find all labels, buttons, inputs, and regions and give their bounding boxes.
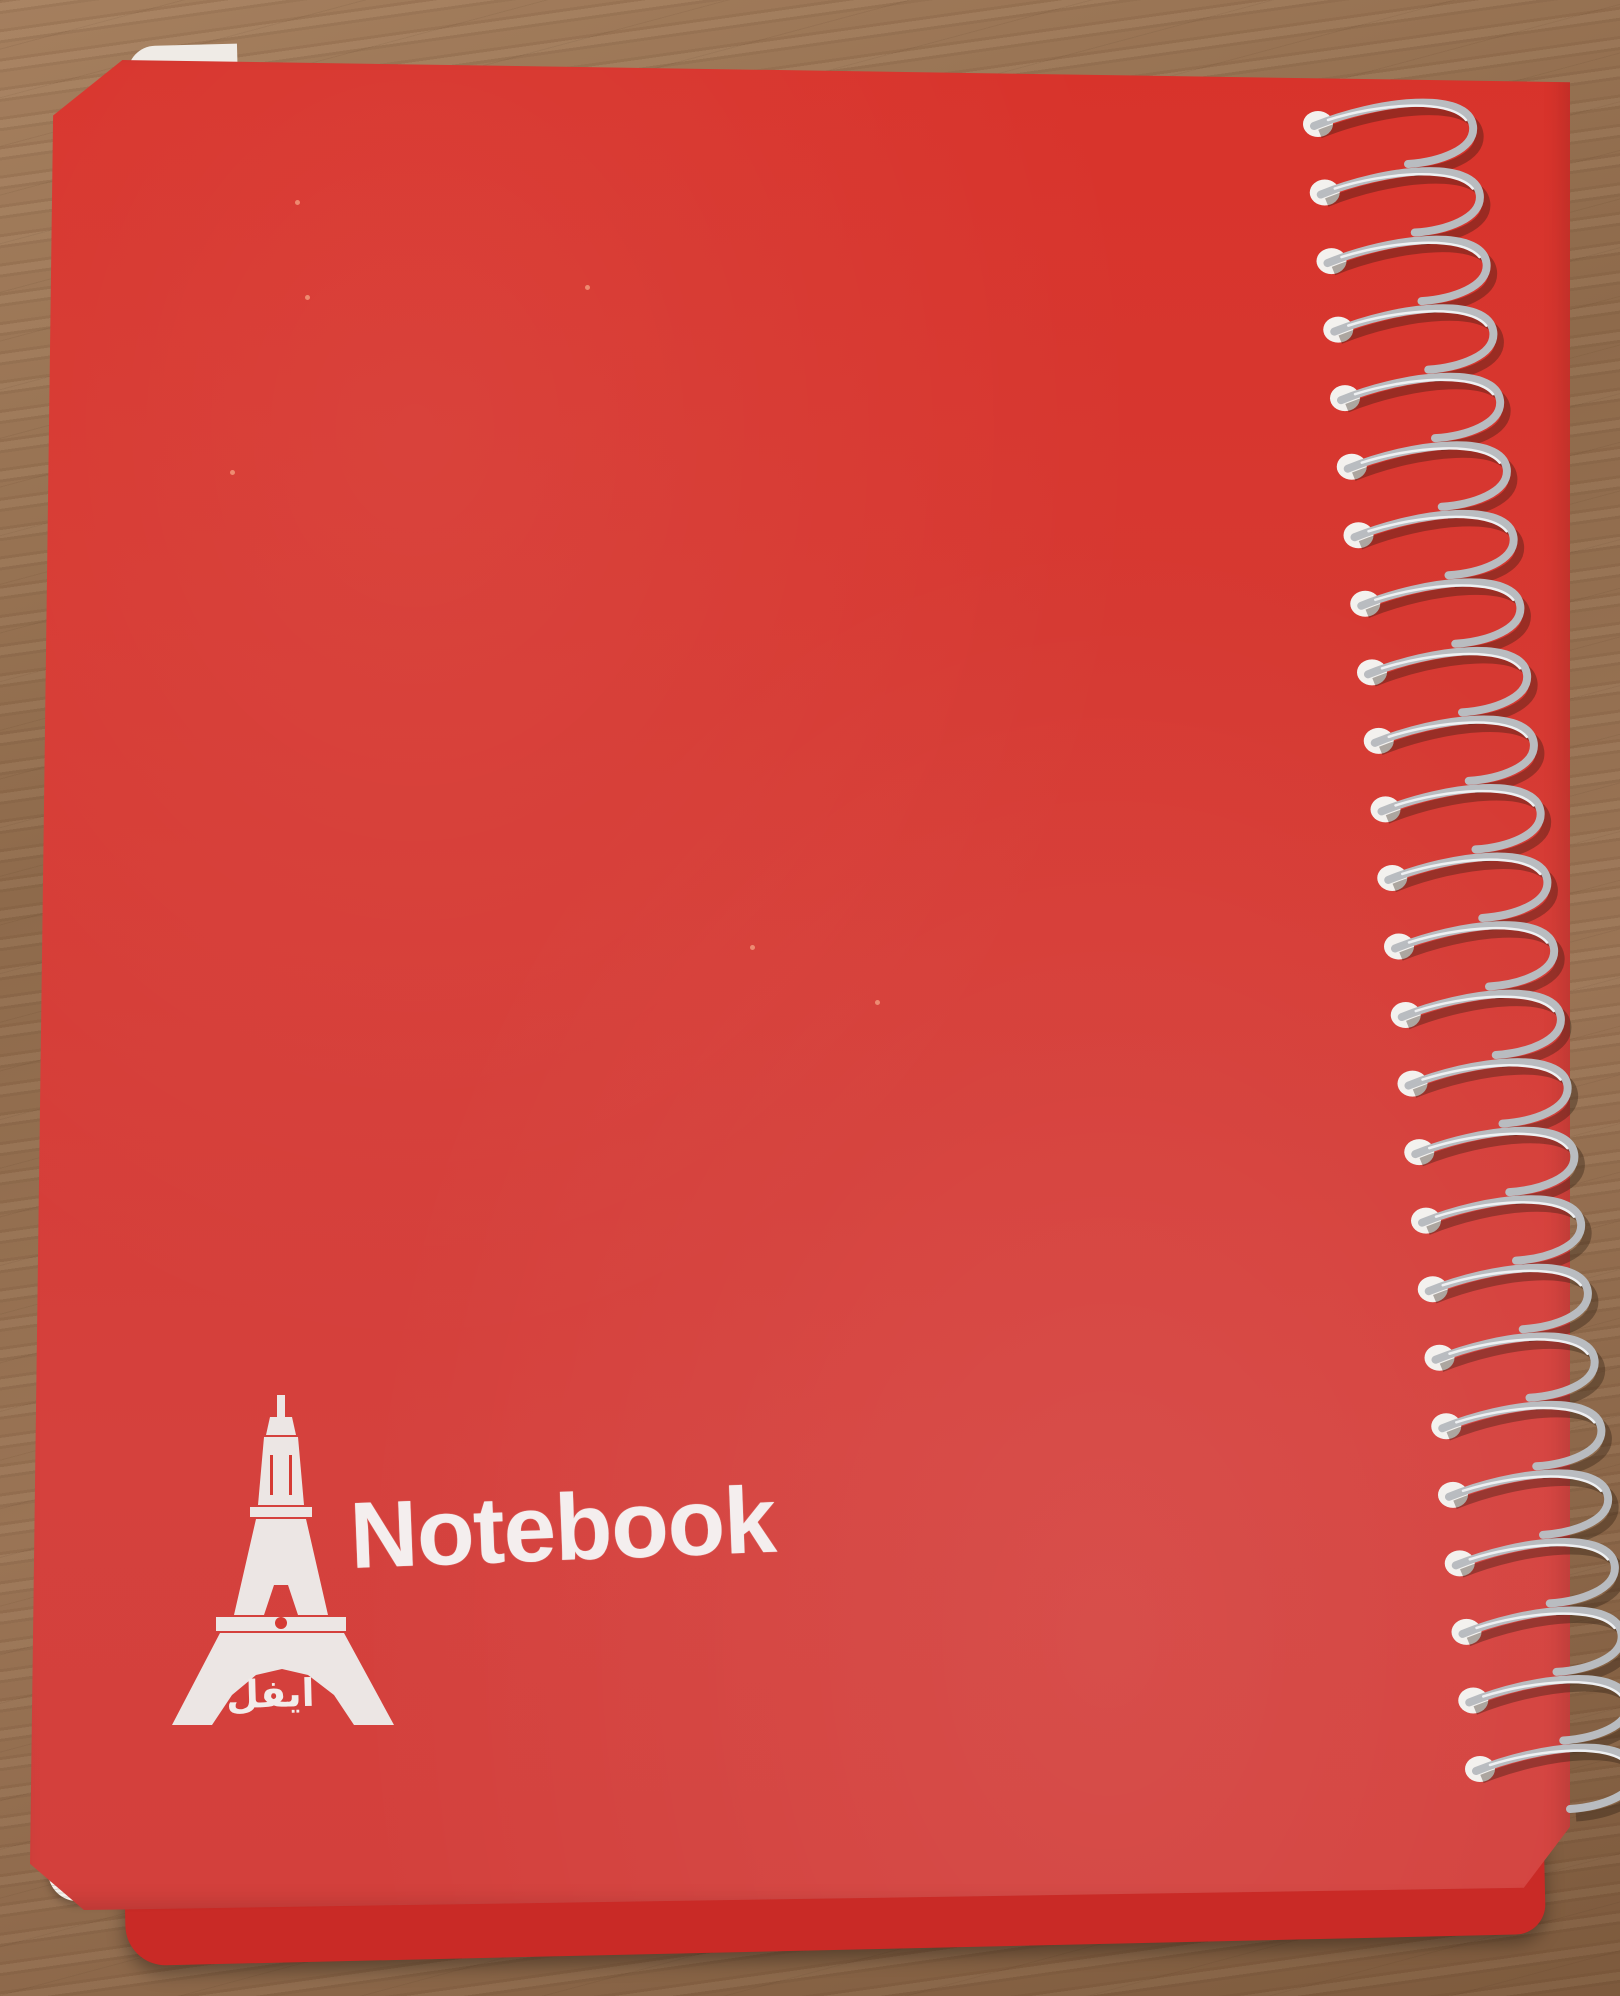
spiral-ring (1451, 1606, 1620, 1685)
spiral-ring (1357, 647, 1538, 725)
spiral-ring (1384, 921, 1565, 999)
spiral-ring (1465, 1743, 1620, 1822)
spiral-ring (1390, 989, 1572, 1068)
spiral-ring (1397, 1058, 1579, 1137)
spiral-ring (1424, 1332, 1606, 1411)
spiral-ring (1303, 98, 1484, 177)
spiral-ring (1417, 1263, 1599, 1342)
spiral-ring (1370, 784, 1552, 862)
spiral-ring (1343, 509, 1525, 588)
spiral-ring (1350, 578, 1531, 657)
spiral-ring (1316, 235, 1498, 314)
photo-scene: ایفل Notebook (0, 0, 1620, 1996)
spiral-ring (1363, 715, 1545, 794)
spiral-ring (1330, 372, 1511, 451)
spiral-ring (1404, 1126, 1585, 1205)
spiral-ring (1438, 1469, 1619, 1548)
cover-title: Notebook (347, 1466, 778, 1588)
spiral-ring (1336, 441, 1518, 520)
spiral-ring (1431, 1400, 1612, 1479)
spiral-ring (1323, 304, 1504, 383)
spiral-ring (1444, 1538, 1620, 1616)
brand-arabic-name: ایفل (225, 1670, 316, 1718)
spiral-ring (1377, 852, 1558, 931)
spiral-ring (1458, 1675, 1620, 1753)
spiral-ring (1411, 1195, 1592, 1274)
spiral-ring (1309, 167, 1491, 246)
